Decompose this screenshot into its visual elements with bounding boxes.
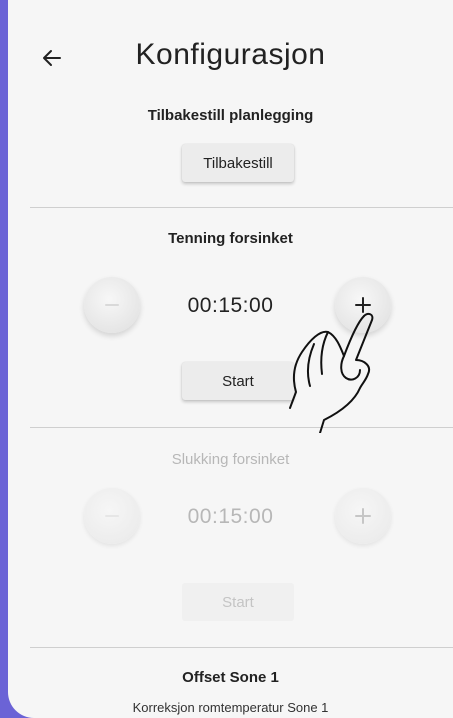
reset-schedule-title: Tilbakestill planlegging [147, 107, 314, 124]
shutdown-increase-button[interactable] [335, 488, 391, 544]
app-header: Konfigurasjon [8, 0, 453, 100]
ignition-increase-button[interactable] [335, 277, 391, 333]
divider [30, 427, 453, 428]
page-title: Konfigurasjon [135, 38, 326, 71]
shutdown-start-button[interactable]: Start [182, 583, 294, 621]
divider [30, 647, 453, 648]
plus-icon [355, 508, 371, 524]
plus-icon [355, 297, 371, 313]
ignition-start-button[interactable]: Start [182, 362, 294, 400]
shutdown-delay-title: Slukking forsinket [171, 451, 290, 468]
offset-subtitle: Korreksjon romtemperatur Sone 1 [132, 700, 329, 715]
offset-title: Offset Sone 1 [182, 669, 279, 686]
ignition-delay-title: Tenning forsinket [168, 230, 293, 247]
divider [30, 207, 453, 208]
screen: Konfigurasjon Tilbakestill planlegging T… [8, 0, 453, 718]
reset-button[interactable]: Tilbakestill [182, 144, 294, 182]
